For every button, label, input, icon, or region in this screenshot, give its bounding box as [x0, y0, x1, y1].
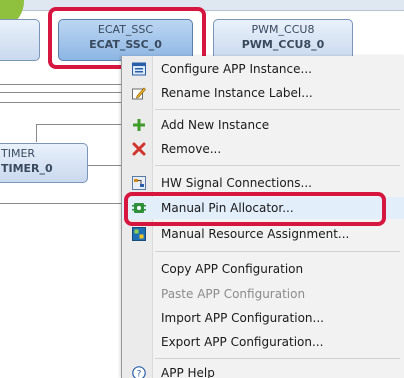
connector-line	[0, 102, 122, 103]
app-block-partial[interactable]	[0, 19, 40, 61]
svg-text:?: ?	[137, 370, 142, 378]
app-block-timer[interactable]: TIMER TIMER_0	[0, 143, 88, 183]
menu-separator	[155, 165, 400, 166]
menu-separator	[155, 109, 400, 110]
app-block-instance: PWM_CCU8_0	[241, 38, 325, 51]
menu-item-label: HW Signal Connections...	[161, 176, 312, 190]
app-block-type: TIMER	[1, 147, 36, 160]
resource-assignment-icon	[132, 227, 146, 241]
menu-separator	[155, 251, 400, 252]
menu-item-copy-app-configuration[interactable]: Copy APP Configuration	[122, 258, 404, 280]
menu-item-label: Add New Instance	[161, 118, 270, 132]
menu-item-rename[interactable]: Rename Instance Label...	[122, 82, 404, 104]
menu-item-import-app-configuration[interactable]: Import APP Configuration...	[122, 307, 404, 329]
app-block-instance: TIMER_0	[1, 162, 53, 175]
connector-line	[0, 203, 122, 204]
menu-item-label: APP Help	[161, 366, 215, 378]
menu-item-app-help[interactable]: ? APP Help	[122, 362, 404, 378]
menu-item-add-new-instance[interactable]: Add New Instance	[122, 114, 404, 136]
highlight-pin-allocator	[124, 192, 386, 226]
connector-line	[86, 165, 122, 166]
menu-item-label: Rename Instance Label...	[161, 86, 313, 100]
help-icon: ?	[132, 366, 146, 378]
signal-connections-icon	[132, 176, 146, 190]
connector-line	[36, 124, 122, 125]
connector-line	[36, 124, 37, 142]
menu-item-manual-resource-assignment[interactable]: Manual Resource Assignment...	[122, 223, 404, 245]
rename-icon	[132, 87, 146, 100]
configure-icon	[132, 62, 146, 76]
menu-item-paste-app-configuration[interactable]: Paste APP Configuration	[122, 283, 404, 305]
menu-item-label: Remove...	[161, 142, 222, 156]
menu-item-label: Manual Resource Assignment...	[161, 227, 350, 241]
menu-item-label: Export APP Configuration...	[161, 335, 324, 349]
connector-line	[0, 84, 122, 85]
menu-separator	[155, 358, 400, 359]
app-block-pwm-ccu8[interactable]: PWM_CCU8 PWM_CCU8_0	[213, 19, 353, 61]
menu-item-label: Copy APP Configuration	[161, 262, 304, 276]
menu-item-label: Paste APP Configuration	[161, 287, 306, 301]
connector-line	[0, 92, 122, 93]
remove-icon	[132, 142, 146, 156]
menu-item-label: Configure APP Instance...	[161, 62, 312, 76]
menu-item-hw-signal-connections[interactable]: HW Signal Connections...	[122, 172, 404, 194]
app-block-type: PWM_CCU8	[251, 23, 315, 36]
menu-item-configure[interactable]: Configure APP Instance...	[122, 58, 404, 80]
add-icon	[133, 119, 145, 131]
menu-item-export-app-configuration[interactable]: Export APP Configuration...	[122, 331, 404, 353]
app-canvas: ECAT_SSC ECAT_SSC_0 PWM_CCU8 PWM_CCU8_0 …	[0, 0, 404, 378]
menu-item-remove[interactable]: Remove...	[122, 138, 404, 160]
menu-item-label: Import APP Configuration...	[161, 311, 324, 325]
